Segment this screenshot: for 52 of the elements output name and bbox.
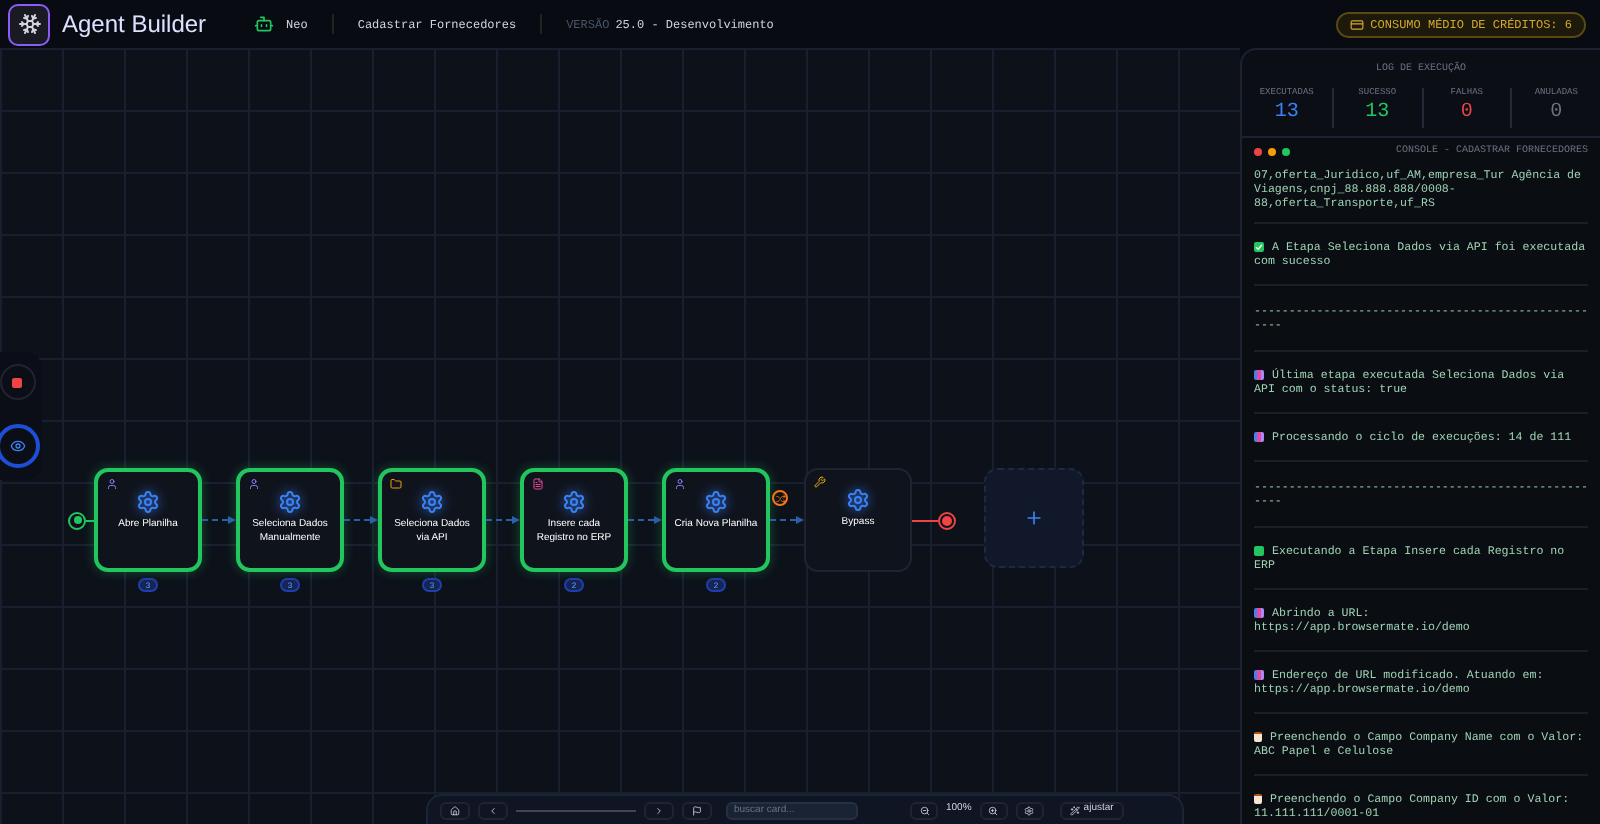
zoom-in-button[interactable] — [979, 801, 1008, 819]
check-icon — [1254, 242, 1264, 253]
settings-icon — [1024, 805, 1035, 815]
chart-icon — [1254, 608, 1264, 619]
zoom-out-button[interactable] — [910, 801, 938, 819]
settings-button[interactable] — [1015, 801, 1044, 819]
person-icon — [248, 478, 260, 490]
gear-icon — [562, 490, 586, 514]
connector-arrow — [202, 514, 236, 526]
chevron-right-icon — [654, 805, 664, 815]
flag-icon — [692, 805, 702, 815]
plus-icon — [1024, 508, 1044, 528]
zoom-in-icon — [988, 805, 999, 815]
stop-button[interactable] — [0, 364, 35, 400]
stat-value: 13 — [1365, 100, 1390, 129]
gear-icon — [420, 490, 444, 514]
app-title: Agent Builder — [62, 8, 207, 42]
clipboard-icon — [1254, 794, 1262, 805]
gear-icon — [846, 488, 870, 512]
stat-value: 0 — [1550, 100, 1563, 129]
chart-icon — [1254, 370, 1264, 381]
gear-icon — [278, 490, 302, 514]
connector-arrow — [770, 514, 804, 526]
connector-arrow — [486, 514, 520, 526]
home-icon — [450, 805, 460, 815]
zoom-out-icon — [919, 805, 929, 815]
wand-icon — [1069, 805, 1080, 815]
robot-icon — [254, 14, 275, 34]
start-node — [68, 511, 86, 529]
connector-arrow — [344, 514, 378, 526]
gear-icon — [704, 490, 728, 514]
document-icon — [532, 478, 544, 490]
person-icon — [106, 478, 118, 490]
wrench-icon — [814, 476, 826, 488]
square-icon — [1254, 546, 1264, 557]
folder-icon — [390, 478, 402, 490]
card-icon — [1350, 17, 1365, 31]
flag-button[interactable] — [682, 801, 712, 819]
person-icon — [674, 478, 686, 490]
view-button[interactable] — [0, 424, 39, 468]
shuffle-icon[interactable] — [772, 490, 788, 506]
logo-icon — [8, 3, 50, 45]
clipboard-icon — [1254, 732, 1262, 743]
eye-icon — [9, 438, 25, 454]
chart-icon — [1254, 432, 1264, 443]
connector-arrow — [628, 514, 662, 526]
chevron-left-icon — [488, 805, 498, 815]
chart-icon — [1254, 670, 1264, 681]
stat-value: 13 — [1274, 100, 1299, 129]
home-button[interactable] — [440, 801, 470, 819]
stat-value: 0 — [1460, 100, 1473, 129]
gear-icon — [136, 490, 160, 514]
